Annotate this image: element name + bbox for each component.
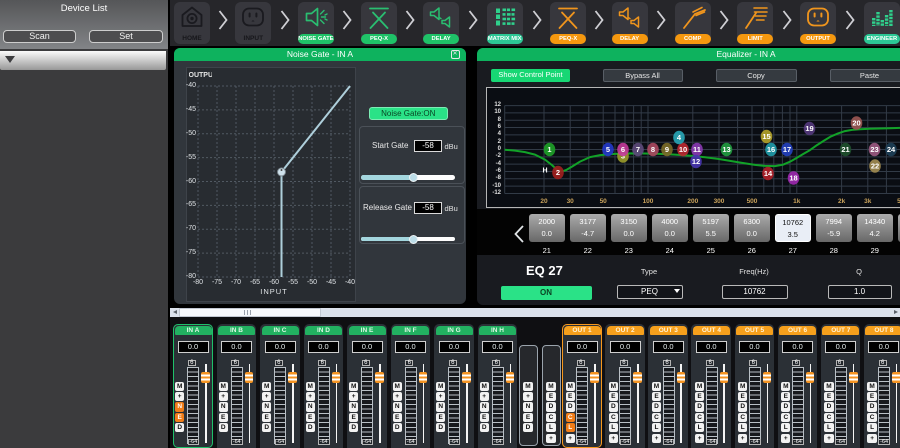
svg-text:7: 7 [636,145,640,154]
svg-text:12: 12 [692,157,700,166]
svg-text:8: 8 [651,145,655,154]
svg-text:16: 16 [767,145,775,154]
svg-text:20: 20 [852,119,860,128]
svg-text:6: 6 [621,145,625,154]
svg-text:5: 5 [606,145,610,154]
svg-text:13: 13 [722,145,730,154]
svg-text:17: 17 [783,145,791,154]
svg-text:24: 24 [887,145,896,154]
svg-text:22: 22 [871,162,879,171]
svg-text:2: 2 [556,168,560,177]
svg-text:19: 19 [805,124,813,133]
svg-text:9: 9 [665,145,669,154]
svg-text:14: 14 [764,169,773,178]
svg-text:10: 10 [679,145,687,154]
svg-text:H: H [542,168,547,175]
svg-text:1: 1 [547,145,551,154]
svg-text:15: 15 [762,132,770,141]
svg-text:11: 11 [693,145,701,154]
svg-text:23: 23 [870,145,878,154]
svg-text:18: 18 [789,174,797,183]
svg-text:21: 21 [841,145,849,154]
